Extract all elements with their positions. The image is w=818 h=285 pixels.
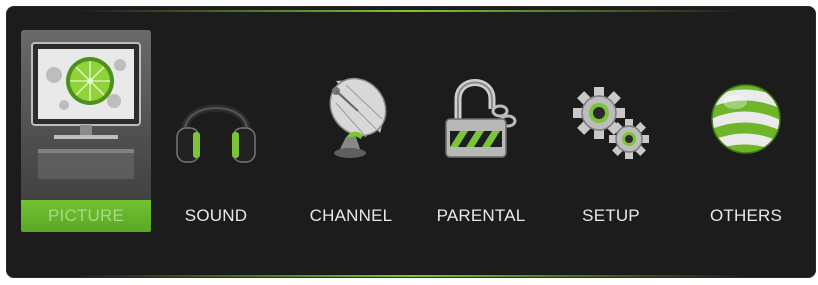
- headphones-icon: [156, 30, 276, 190]
- menu-item-setup[interactable]: SETUP: [546, 30, 676, 232]
- menu-label-channel: CHANNEL: [309, 206, 393, 225]
- menu-label-setup: SETUP: [582, 206, 640, 225]
- padlock-icon: [416, 30, 546, 190]
- striped-sphere-icon: [681, 30, 811, 190]
- menu-items: PICTURE SOUND CHANNEL PARENTAL SETUP OTH…: [6, 6, 816, 278]
- menu-label-others: OTHERS: [709, 206, 783, 225]
- menu-item-sound[interactable]: SOUND: [156, 30, 276, 232]
- menu-item-picture[interactable]: PICTURE: [21, 30, 151, 232]
- menu-label-sound: SOUND: [184, 206, 248, 225]
- menu-label-parental: PARENTAL: [436, 206, 526, 225]
- menu-label-picture: PICTURE: [21, 200, 151, 232]
- satellite-dish-icon: [286, 30, 416, 190]
- tv-monitor-icon: [21, 30, 151, 190]
- menu-item-parental[interactable]: PARENTAL: [416, 30, 546, 232]
- menu-item-channel[interactable]: CHANNEL: [286, 30, 416, 232]
- menu-item-others[interactable]: OTHERS: [681, 30, 811, 232]
- tv-settings-menu: PICTURE SOUND CHANNEL PARENTAL SETUP OTH…: [6, 6, 816, 278]
- gears-icon: [546, 30, 676, 190]
